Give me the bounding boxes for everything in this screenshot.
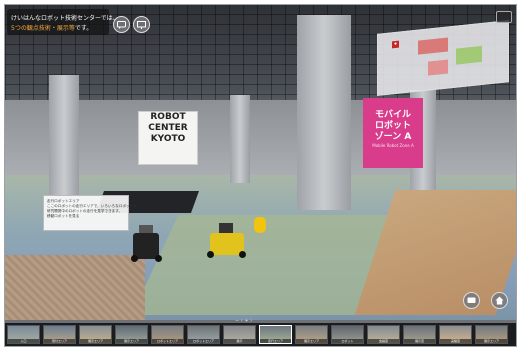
scene-thumbnail[interactable]: 実験室 xyxy=(439,325,472,344)
robot-wheel xyxy=(131,255,138,262)
intro-message-line-2: 5つの観点技術・展示等です。 xyxy=(11,23,92,32)
robot-wheel xyxy=(207,251,214,258)
scene-thumbnail[interactable]: 会議室 xyxy=(367,325,400,344)
map-zone xyxy=(456,45,482,65)
scene-thumbnail-label: ロボットエリア xyxy=(188,339,219,343)
scene-thumbnail-label: 受付エリア xyxy=(44,339,75,343)
scene-thumbnail[interactable]: 展示エリア xyxy=(115,325,148,344)
scene-thumbnail[interactable]: 展示室 xyxy=(403,325,436,344)
scene-thumbnail[interactable]: 受付エリア xyxy=(43,325,76,344)
banner-mobile-line-1: モバイル xyxy=(374,110,411,120)
intro-rest: です。 xyxy=(74,25,93,32)
comment-button[interactable] xyxy=(463,292,480,309)
banner-mobile-sub: Mobile Robot Zone A xyxy=(372,143,414,148)
scene-thumbnail-label: 展示室 xyxy=(404,339,435,343)
robot-center-kyoto-banner: ROBOT CENTER KYOTO xyxy=(138,111,198,165)
scene-thumbnail-label: 展示エリア xyxy=(80,339,111,343)
screen-icon xyxy=(137,20,146,29)
robot-wheel xyxy=(155,255,162,262)
robot-small-yellow xyxy=(254,217,266,233)
robot-wheel xyxy=(239,251,246,258)
scene-thumbnail-label: 実験室 xyxy=(440,339,471,343)
floor-carpet-zone xyxy=(5,255,145,320)
scene-thumbnail-label: 展示エリア xyxy=(116,339,147,343)
scene-thumbnail-label: 走行エリア xyxy=(260,339,291,343)
chat-bubble-icon xyxy=(117,20,126,29)
map-zone xyxy=(428,59,448,76)
intro-message-line-1: けいはんなロボット技術センターでは、 xyxy=(11,15,119,22)
scene-thumbnail-active[interactable]: 走行エリア xyxy=(259,325,292,344)
info-card[interactable]: 走行ロボットエリア ここのロボットの走行エリアで、いろいろなロボットが 研究開発… xyxy=(43,195,137,231)
mobile-robot-zone-banner: モバイル ロボット ゾーン A Mobile Robot Zone A xyxy=(363,98,423,168)
banner-mobile-line-2: ロボット xyxy=(374,121,411,131)
map-zone xyxy=(418,37,448,55)
scene-thumbnail[interactable]: 展示エリア xyxy=(79,325,112,344)
pillar-center xyxy=(297,15,351,210)
comment-icon xyxy=(467,297,476,303)
scene-thumbnail[interactable]: ロボットエリア xyxy=(187,325,220,344)
home-icon xyxy=(495,296,504,305)
map-location-marker: ● xyxy=(392,40,400,49)
scene-thumbnail[interactable]: ロボットエリア xyxy=(151,325,184,344)
scene-thumbnail-strip[interactable]: 入口 受付エリア 展示エリア 展示エリア ロボットエリア ロボットエリア 展示 … xyxy=(5,323,516,346)
scene-thumbnail-label: 展示エリア xyxy=(476,339,507,343)
scene-thumbnail-label: 展示 xyxy=(224,339,255,343)
pillar-middle xyxy=(230,95,250,183)
banner-line-3: KYOTO xyxy=(150,134,186,144)
chat-button[interactable] xyxy=(113,16,130,33)
screenshot-stage: ROBOT CENTER KYOTO モバイル ロボット ゾーン A Mobil… xyxy=(0,0,519,347)
scene-thumbnail-label: ロボット xyxy=(332,339,363,343)
scene-thumbnail[interactable]: 入口 xyxy=(7,325,40,344)
back-wall xyxy=(5,100,516,185)
home-button[interactable] xyxy=(491,292,508,309)
panorama-viewer[interactable]: ROBOT CENTER KYOTO モバイル ロボット ゾーン A Mobil… xyxy=(4,4,517,347)
banner-mobile-line-3: ゾーン A xyxy=(374,132,412,142)
scene-thumbnail-label: 展示エリア xyxy=(296,339,327,343)
scene-thumbnail-label: ロボットエリア xyxy=(152,339,183,343)
screen-button[interactable] xyxy=(133,16,150,33)
scene-thumbnail[interactable]: ロボット xyxy=(331,325,364,344)
intro-highlight: 5つの観点技術・展示等 xyxy=(11,25,75,32)
scene-thumbnail[interactable]: 展示エリア xyxy=(475,325,508,344)
scene-thumbnail-label: 入口 xyxy=(8,339,39,343)
info-card-line: 移動ロボットを見る xyxy=(47,214,80,218)
scene-thumbnail[interactable]: 展示エリア xyxy=(295,325,328,344)
banner-line-1: ROBOT xyxy=(150,112,186,122)
scene-thumbnail[interactable]: 展示 xyxy=(223,325,256,344)
scene-thumbnail-label: 会議室 xyxy=(368,339,399,343)
pillar-left xyxy=(49,75,79,195)
fullscreen-icon[interactable] xyxy=(496,11,512,23)
banner-line-2: CENTER xyxy=(148,123,188,133)
